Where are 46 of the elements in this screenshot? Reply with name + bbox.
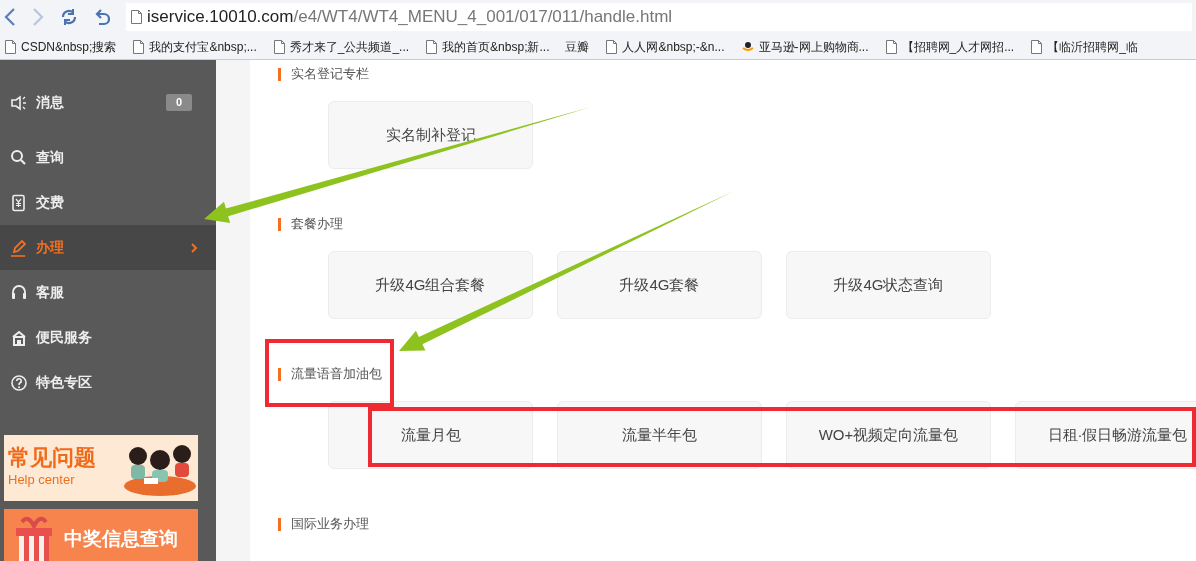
section-heading: 国际业务办理 [278,514,381,534]
help-icon [10,373,28,392]
chevron-icon [190,242,198,253]
pencil-icon [10,238,28,257]
headset-icon [10,283,28,302]
search-icon [10,148,28,167]
page-icon [1030,38,1044,55]
bookmark-link[interactable]: 人人网&nbsp;-&n... [622,37,725,56]
banner-title: 常见问题 [8,446,96,471]
section-heading: 实名登记专栏 [278,64,381,84]
smile-logo-icon [740,39,755,54]
sidebar-item[interactable]: 便民服务 [0,315,216,360]
bookmark-link[interactable]: 【招聘网_人才网招... [901,37,1015,56]
speaker-icon [10,93,28,112]
bookmark-link[interactable]: 亚马逊-网上购物商... [758,37,869,56]
option-button[interactable]: 升级4G状态查询 [786,251,991,319]
page-icon [132,38,146,55]
sidebar-item[interactable]: 交费 [0,180,216,225]
bookmark-link[interactable]: 秀才来了_公共频道_... [289,37,410,56]
banner-title: 中奖信息查询 [64,526,178,551]
sidebar-item[interactable]: 客服 [0,270,216,315]
banner-subtitle: Help center [8,471,76,490]
page-icon [4,38,17,55]
reload-icon[interactable] [60,8,78,26]
page-icon [884,38,898,55]
sidebar-item[interactable]: 特色专区 [0,360,216,405]
count-badge: 0 [165,94,192,111]
page-icon [605,38,619,55]
page-icon [130,9,143,25]
page-icon [425,38,439,55]
back-icon[interactable] [4,7,16,27]
undo-icon[interactable] [94,8,110,26]
section-heading: 流量语音加油包 [278,364,394,384]
bookmark-link[interactable]: CSDN&nbsp;搜索 [21,37,117,56]
option-button[interactable]: 升级4G套餐 [557,251,762,319]
sidebar-item[interactable]: 查询 [0,135,216,180]
bookmark-link[interactable]: 豆瓣 [565,37,590,56]
receipt-icon [10,193,28,212]
sidebar-item[interactable]: 消息 0 [0,80,216,125]
page-icon [272,38,286,55]
house-icon [10,328,28,347]
section-heading: 套餐办理 [278,214,355,234]
bookmark-link[interactable]: 【临沂招聘网_临 [1047,37,1138,56]
bookmark-link[interactable]: 我的支付宝&nbsp;... [149,37,257,56]
bookmark-link[interactable]: 我的首页&nbsp;新... [442,37,550,56]
option-button[interactable]: 升级4G组合套餐 [328,251,533,319]
